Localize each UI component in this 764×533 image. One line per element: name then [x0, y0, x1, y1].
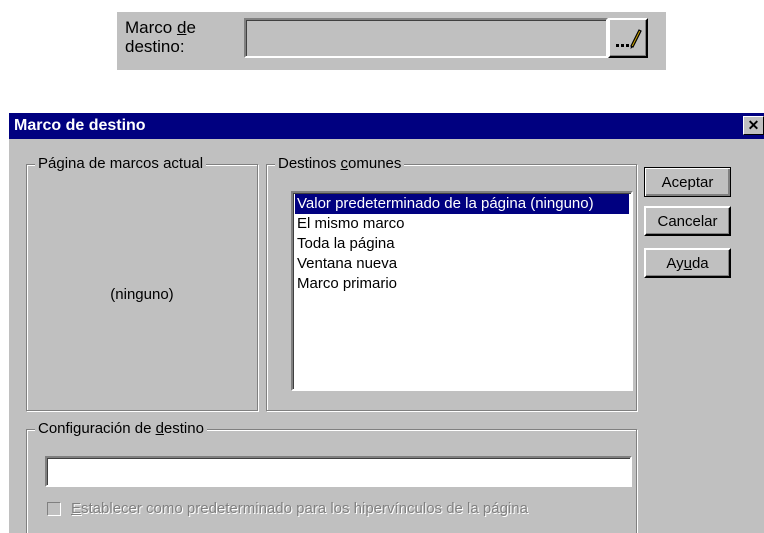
close-icon: ✕: [747, 117, 760, 133]
cancel-button-label: Cancelar: [657, 212, 718, 230]
dialog-title: Marco de destino: [14, 117, 146, 134]
pencil-icon: [616, 29, 642, 49]
common-targets-list[interactable]: Valor predeterminado de la página (ningu…: [291, 191, 633, 391]
list-item-new-window[interactable]: Ventana nueva: [295, 254, 629, 274]
help-button[interactable]: Ayuda: [644, 248, 731, 278]
browse-target-button[interactable]: [608, 18, 648, 58]
target-setting-legend-text-end: estino: [163, 420, 204, 437]
common-targets-legend-text-end: omunes: [348, 155, 402, 172]
target-setting-input[interactable]: [45, 456, 632, 487]
common-targets-group: Destinos comunes Valor predeterminado de…: [266, 155, 637, 411]
target-setting-legend-text: Configuración de: [38, 420, 156, 437]
ok-button[interactable]: Aceptar: [644, 167, 731, 197]
set-as-default-hotkey: E: [71, 500, 82, 517]
set-as-default-checkbox[interactable]: [47, 501, 61, 516]
current-frames-page-group: Página de marcos actual (ninguno): [26, 155, 258, 411]
target-frame-dialog: Marco de destino ✕ Página de marcos actu…: [9, 113, 764, 533]
help-button-label: Ayuda: [666, 255, 708, 272]
current-frames-page-value: (ninguno): [110, 286, 174, 303]
target-frame-field[interactable]: [244, 18, 608, 58]
common-targets-legend: Destinos comunes: [275, 155, 405, 173]
set-as-default-row: Establecer como predeterminado para los …: [47, 500, 528, 517]
help-label-hotkey: u: [683, 254, 692, 272]
current-frames-page-legend: Página de marcos actual: [35, 155, 207, 173]
target-setting-legend: Configuración de destino: [35, 420, 207, 438]
list-item-page-default[interactable]: Valor predeterminado de la página (ningu…: [295, 194, 629, 214]
close-button[interactable]: ✕: [743, 116, 764, 135]
list-item-parent-frame[interactable]: Marco primario: [295, 274, 629, 294]
target-frame-label-line2: destino:: [125, 37, 185, 56]
target-frame-label: Marco de destino:: [125, 18, 196, 56]
common-targets-legend-hotkey: c: [340, 155, 349, 172]
list-item-same-frame[interactable]: El mismo marco: [295, 214, 629, 234]
target-frame-label-text-end: e: [186, 18, 196, 37]
dialog-titlebar[interactable]: Marco de destino ✕: [9, 113, 764, 139]
set-as-default-text: stablecer como predeterminado para los h…: [81, 500, 528, 517]
set-as-default-label: Establecer como predeterminado para los …: [71, 500, 528, 517]
list-item-whole-page[interactable]: Toda la página: [295, 234, 629, 254]
ok-button-label: Aceptar: [661, 173, 714, 191]
cancel-button[interactable]: Cancelar: [644, 206, 731, 236]
target-setting-group: Configuración de destino Establecer como…: [26, 420, 637, 533]
help-label-text: Ay: [666, 254, 684, 272]
target-frame-label-text: Marco: [125, 18, 177, 37]
target-frame-strip: Marco de destino:: [117, 12, 666, 70]
help-label-text-end: da: [691, 254, 709, 272]
target-setting-legend-hotkey: d: [155, 420, 164, 437]
common-targets-legend-text: Destinos: [278, 155, 341, 172]
